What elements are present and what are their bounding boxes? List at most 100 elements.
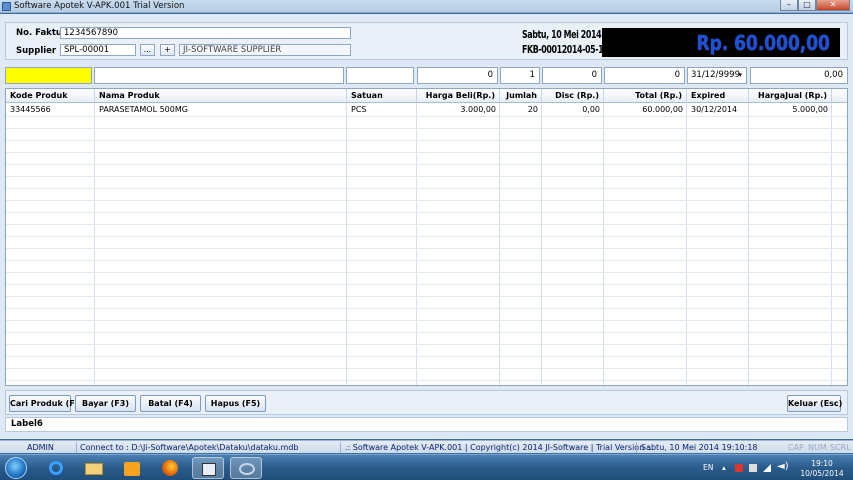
network-app-icon[interactable] [230, 457, 262, 479]
date-label: Sabtu, 10 Mei 2014 [522, 28, 602, 41]
column-header-harga-beli[interactable]: Harga Beli(Rp.) [417, 89, 500, 103]
grid-row-line [6, 236, 847, 237]
cari-produk-button[interactable]: Cari Produk (F2) [9, 395, 84, 412]
grid-row-line [6, 140, 847, 141]
chevron-down-icon[interactable]: ▾ [738, 68, 742, 83]
grid-row-line [6, 152, 847, 153]
volume-icon[interactable]: ◄) [777, 461, 789, 472]
column-header-satuan[interactable]: Satuan [347, 89, 417, 103]
cell-nama: PARASETAMOL 500MG [99, 105, 188, 114]
status-connection: Connect to : D:\Ji-Software\Apotek\Datak… [80, 443, 299, 452]
column-header-kode[interactable]: Kode Produk [6, 89, 95, 103]
no-faktur-input[interactable]: 1234567890 [60, 27, 351, 39]
cell-satuan: PCS [351, 105, 367, 114]
grid-row-line [6, 224, 847, 225]
folder-icon[interactable] [78, 457, 110, 479]
bayar-button[interactable]: Bayar (F3) [75, 395, 136, 412]
satuan-input[interactable] [346, 67, 414, 84]
minimize-button[interactable]: – [780, 0, 798, 11]
supplier-name-field: JI-SOFTWARE SUPPLIER [179, 44, 351, 56]
harga-jual-input[interactable]: 0,00 [750, 67, 848, 84]
grid-row-line [6, 272, 847, 273]
ie-icon-glyph [49, 461, 63, 475]
app-icon [2, 2, 11, 11]
chevron-up-icon[interactable]: ▴ [722, 463, 726, 472]
expired-date-value: 31/12/9999 [691, 70, 740, 80]
ie-icon[interactable] [40, 457, 72, 479]
nama-produk-input[interactable] [94, 67, 344, 84]
hapus-button[interactable]: Hapus (F5) [205, 395, 266, 412]
column-header-total[interactable]: Total (Rp.) [604, 89, 687, 103]
supplier-label: Supplier [16, 46, 57, 56]
taskbar: EN ▴ ◄) 19:10 10/05/2014 [0, 454, 853, 480]
invoice-code-label: FKB-00012014-05-10 [522, 43, 609, 56]
grid-row-line [6, 164, 847, 165]
total-amount: Rp. 60.000,00 [696, 31, 830, 55]
media-player-icon-glyph [124, 462, 140, 476]
grid-row-line [6, 380, 847, 381]
grid-row-line [6, 128, 847, 129]
status-caps: CAP [788, 443, 804, 452]
supplier-code-input[interactable]: SPL-00001 [60, 44, 136, 56]
column-header-nama[interactable]: Nama Produk [95, 89, 347, 103]
add-supplier-button[interactable]: + [160, 44, 175, 56]
clock-time[interactable]: 19:10 [808, 459, 836, 468]
apotek-app-icon[interactable] [192, 457, 224, 479]
column-header-jumlah[interactable]: Jumlah [500, 89, 542, 103]
grid-row-line [6, 116, 847, 117]
close-button[interactable]: ✕ [816, 0, 850, 11]
device-icon[interactable] [749, 464, 757, 472]
column-header-harga-jual[interactable]: HargaJual (Rp.) [749, 89, 832, 103]
expired-date-picker[interactable]: 31/12/9999 ▾ [687, 67, 747, 84]
grid-row-line [6, 308, 847, 309]
keluar-button[interactable]: Keluar (Esc) [787, 395, 842, 412]
folder-icon-glyph [85, 463, 103, 475]
grid-row-line [6, 200, 847, 201]
no-faktur-label: No. Faktur [16, 28, 67, 38]
status-datetime: Sabtu, 10 Mei 2014 19:10:18 [641, 443, 758, 452]
grid-row-line [6, 260, 847, 261]
grid-row-line [6, 248, 847, 249]
firefox-icon-glyph [162, 460, 178, 476]
harga-beli-input[interactable]: 0 [417, 67, 498, 84]
firefox-icon[interactable] [154, 457, 186, 479]
total-input[interactable]: 0 [604, 67, 685, 84]
start-button-icon[interactable] [5, 457, 27, 479]
grid-row-line [6, 344, 847, 345]
language-indicator[interactable]: EN [703, 463, 713, 472]
clock-date[interactable]: 10/05/2014 [800, 469, 844, 478]
cell-total: 60.000,00 [642, 105, 683, 114]
info-label: Label6 [5, 417, 848, 432]
grid-row-line [6, 320, 847, 321]
grid-row-line [6, 296, 847, 297]
cell-harga-beli: 3.000,00 [460, 105, 496, 114]
title-bar: Software Apotek V-APK.001 Trial Version … [0, 0, 853, 13]
cell-jumlah: 20 [527, 105, 538, 114]
media-player-icon[interactable] [116, 457, 148, 479]
jumlah-input[interactable]: 1 [500, 67, 540, 84]
status-copyright: .: Software Apotek V-APK.001 | Copyright… [345, 443, 653, 452]
status-divider [340, 442, 341, 453]
kode-produk-input[interactable] [5, 67, 92, 84]
browse-supplier-button[interactable]: ... [140, 44, 155, 56]
grid-row-line [6, 176, 847, 177]
grid-row-line [6, 212, 847, 213]
status-num: NUM [808, 443, 827, 452]
batal-button[interactable]: Batal (F4) [140, 395, 201, 412]
product-grid[interactable]: Kode Produk Nama Produk Satuan Harga Bel… [5, 88, 848, 386]
disc-input[interactable]: 0 [542, 67, 602, 84]
table-row[interactable]: 33445566 PARASETAMOL 500MG PCS 3.000,00 … [6, 104, 847, 116]
network-signal-icon[interactable] [763, 464, 771, 472]
status-user: ADMIN [27, 443, 54, 452]
grid-row-line [6, 284, 847, 285]
grid-row-line [6, 356, 847, 357]
column-header-disc[interactable]: Disc (Rp.) [542, 89, 604, 103]
column-header-filler [832, 89, 847, 103]
flag-icon[interactable] [735, 464, 743, 472]
maximize-button[interactable]: □ [798, 0, 816, 11]
total-display: Rp. 60.000,00 [602, 28, 840, 57]
status-scrl: SCRL [830, 443, 851, 452]
status-bar: ADMIN Connect to : D:\Ji-Software\Apotek… [0, 440, 853, 453]
column-header-expired[interactable]: Expired [687, 89, 749, 103]
apotek-app-icon-glyph [202, 463, 216, 476]
